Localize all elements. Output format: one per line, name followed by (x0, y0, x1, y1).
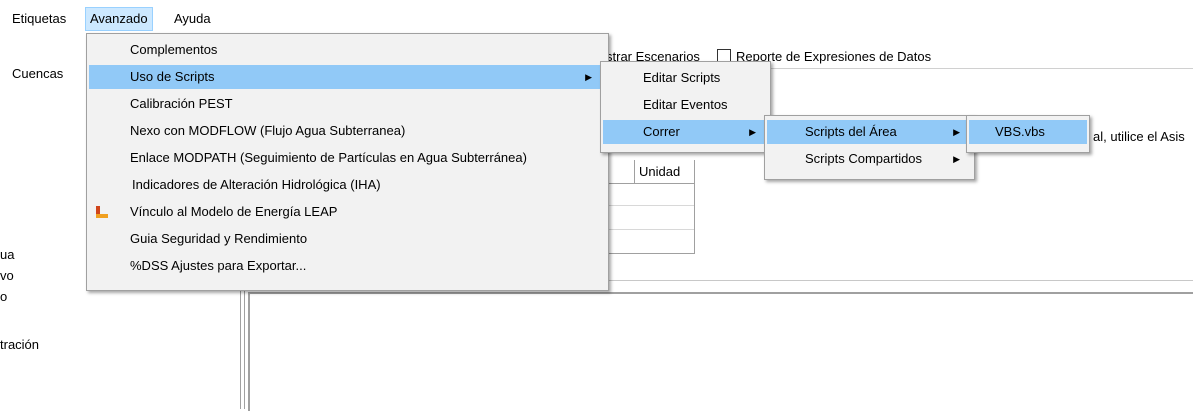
tree-item-tracion[interactable]: tración (0, 337, 39, 352)
correr-submenu: Scripts del Área ▶ Scripts Compartidos ▶ (764, 115, 975, 180)
menu-item-label: Complementos (130, 42, 218, 57)
menu-item-label: %DSS Ajustes para Exportar... (130, 258, 307, 273)
menu-item-iha[interactable]: Indicadores de Alteración Hidrológica (I… (89, 173, 606, 197)
area-scripts-submenu: VBS.vbs (966, 115, 1090, 153)
lower-panel (248, 292, 1193, 411)
data-table: Unidad (606, 160, 695, 254)
menu-item-label: VBS.vbs (995, 124, 1045, 139)
submenu-arrow-icon: ▶ (953, 154, 960, 164)
avanzado-menu: Complementos Uso de Scripts ▶ Calibració… (86, 33, 609, 291)
menu-item-calibracion-pest[interactable]: Calibración PEST (89, 92, 606, 116)
menu-item-vbs-file[interactable]: VBS.vbs (969, 120, 1087, 144)
tree-item-cuencas[interactable]: Cuencas (12, 66, 63, 81)
menu-item-modpath[interactable]: Enlace MODPATH (Seguimiento de Partícula… (89, 146, 606, 170)
menu-item-label: Correr (643, 124, 680, 139)
menu-item-label: Indicadores de Alteración Hidrológica (I… (132, 177, 381, 192)
menu-item-label: Uso de Scripts (130, 69, 215, 84)
menu-item-correr[interactable]: Correr ▶ (603, 120, 768, 144)
table-row[interactable] (606, 229, 694, 230)
table-col-divider (634, 160, 635, 183)
table-header-unidad[interactable]: Unidad (639, 164, 680, 179)
menu-item-label: Editar Scripts (643, 70, 721, 85)
menu-item-label: Vínculo al Modelo de Energía LEAP (130, 204, 338, 219)
menu-item-guia-seguridad[interactable]: Guia Seguridad y Rendimiento (89, 227, 606, 251)
menu-item-leap[interactable]: Vínculo al Modelo de Energía LEAP (89, 200, 606, 224)
menu-avanzado[interactable]: Avanzado (85, 7, 153, 31)
menu-item-label: Editar Eventos (643, 97, 728, 112)
menu-ayuda[interactable]: Ayuda (170, 8, 215, 30)
menu-item-label: Nexo con MODFLOW (Flujo Agua Subterranea… (130, 123, 406, 138)
menu-etiquetas[interactable]: Etiquetas (8, 8, 70, 30)
menu-item-modflow[interactable]: Nexo con MODFLOW (Flujo Agua Subterranea… (89, 119, 606, 143)
menu-bar: Etiquetas Avanzado Ayuda (0, 0, 1193, 32)
leap-icon (96, 206, 108, 218)
scripts-submenu: Editar Scripts Editar Eventos Correr ▶ (600, 61, 771, 153)
menu-item-label: Enlace MODPATH (Seguimiento de Partícula… (130, 150, 527, 165)
submenu-arrow-icon: ▶ (749, 127, 756, 137)
menu-item-uso-de-scripts[interactable]: Uso de Scripts ▶ (89, 65, 606, 89)
menu-item-label: Guia Seguridad y Rendimiento (130, 231, 308, 246)
menu-item-editar-eventos[interactable]: Editar Eventos (603, 93, 768, 117)
table-row[interactable] (606, 205, 694, 206)
menu-item-editar-scripts[interactable]: Editar Scripts (603, 66, 768, 90)
submenu-arrow-icon: ▶ (953, 127, 960, 137)
menu-item-complementos[interactable]: Complementos (89, 38, 606, 62)
menu-item-label: Scripts del Área (805, 124, 897, 139)
menu-item-scripts-del-area[interactable]: Scripts del Área ▶ (767, 120, 972, 144)
menu-item-scripts-compartidos[interactable]: Scripts Compartidos ▶ (767, 147, 972, 171)
menu-item-label: Scripts Compartidos (805, 151, 923, 166)
menu-item-dss-ajustes[interactable]: %DSS Ajustes para Exportar... (89, 254, 606, 278)
tree-item-ua[interactable]: ua (0, 247, 14, 262)
hint-text: al, utilice el Asis (1093, 129, 1185, 144)
submenu-arrow-icon: ▶ (585, 72, 592, 82)
tree-item-vo[interactable]: vo (0, 268, 14, 283)
menu-item-label: Calibración PEST (130, 96, 233, 111)
tree-item-o[interactable]: o (0, 289, 7, 304)
